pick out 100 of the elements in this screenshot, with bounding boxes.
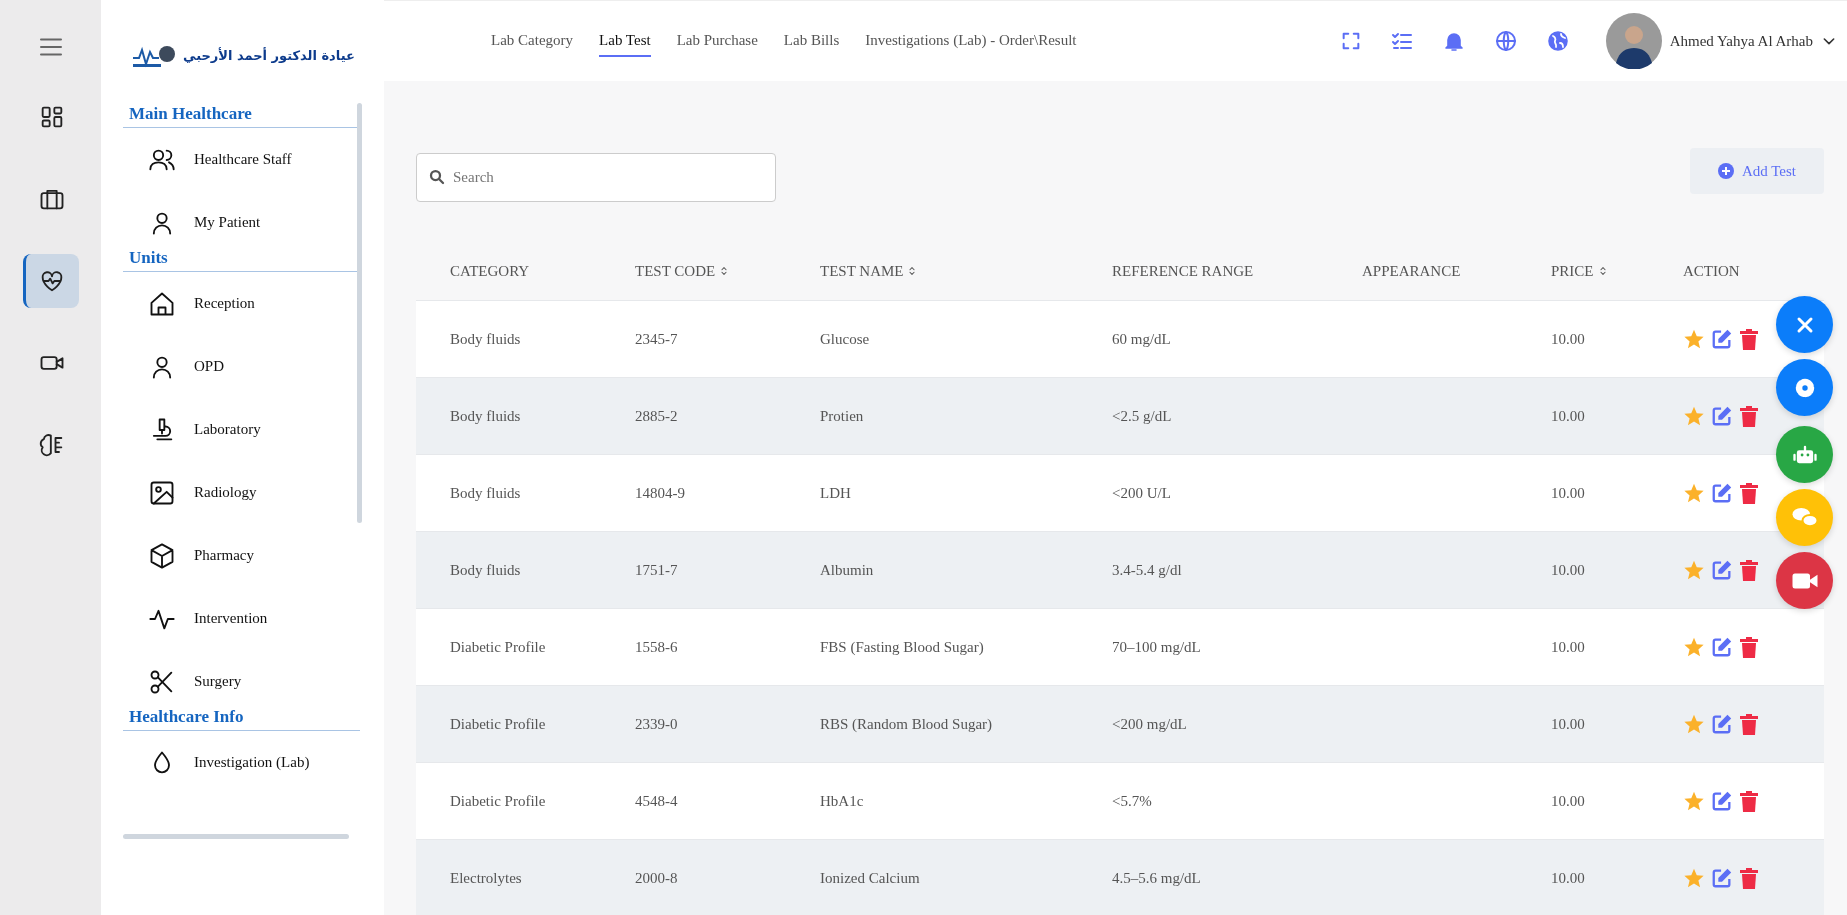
table-cell-text: 10.00 [1551,792,1586,810]
table-cell-text: 2885-2 [635,407,679,425]
scrollbar[interactable] [123,834,349,839]
clinic-name: عيادة الدكتور أحمد الأرحبي [183,47,355,63]
star-icon[interactable] [1683,636,1705,658]
edit-icon[interactable] [1711,790,1733,812]
nav-tab[interactable]: Lab Bills [783,25,840,57]
column-header[interactable]: TEST CODE [635,262,716,280]
earth-icon [1545,29,1570,53]
table-cell-text: <2.5 g/dL [1112,407,1173,425]
table-cell-text: <5.7% [1112,792,1153,810]
column-header[interactable]: TEST NAME [820,262,904,280]
table-cell-text: RBS (Random Blood Sugar) [820,715,994,733]
table-cell-text: Electrolytes [450,869,523,887]
edit-icon[interactable] [1711,328,1733,350]
table-cell-text: Body fluids [450,407,522,425]
star-icon[interactable] [1683,867,1705,889]
nav-tab[interactable]: Lab Category [491,25,574,57]
table-cell-text: 10.00 [1551,330,1586,348]
table-cell-text: 1751-7 [635,561,679,579]
table-cell-text: Albumin [820,561,875,579]
trash-icon[interactable] [1739,713,1759,735]
search-icon [428,168,446,186]
user-name[interactable]: Ahmed Yahya Al Arhab [1669,32,1813,50]
edit-icon[interactable] [1711,867,1733,889]
sort-icon [907,266,918,276]
table-cell-text: 4548-4 [635,792,679,810]
sidebar-item[interactable]: Pharmacy [123,524,360,587]
trash-icon[interactable] [1739,790,1759,812]
table-cell-text: 4.5–5.6 mg/dL [1112,869,1202,887]
floating-action-button[interactable] [1776,296,1833,353]
table-cell-text: 70–100 mg/dL [1112,638,1202,656]
nav-tab[interactable]: Lab Purchase [676,25,758,57]
table-cell-text: HbA1c [820,792,865,810]
star-icon[interactable] [1683,328,1705,350]
star-icon[interactable] [1683,559,1705,581]
table-cell-text: 1558-6 [635,638,679,656]
table-cell-text: 10.00 [1551,715,1586,733]
column-header[interactable]: PRICE [1551,262,1594,280]
sidebar-item[interactable]: Reception [123,272,360,335]
table-cell-text: Body fluids [450,330,522,348]
sidebar-item[interactable]: OPD [123,335,360,398]
search-field[interactable]: Search [416,153,776,202]
plus-circle-icon [1717,163,1734,179]
sort-icon [1597,266,1608,276]
nav-tab[interactable]: Investigations (Lab) - Order\Result [865,25,1077,57]
add-test-button[interactable]: Add Test [1689,148,1824,194]
sidebar-item[interactable]: Intervention [123,587,360,650]
trash-icon[interactable] [1739,482,1759,504]
cube-icon [148,541,176,570]
star-icon[interactable] [1683,713,1705,735]
edit-icon[interactable] [1711,482,1733,504]
globe-icon [1493,29,1518,53]
nav-tab[interactable]: Lab Test [599,25,651,57]
rail-button[interactable] [22,254,79,308]
table-cell-text: Body fluids [450,561,522,579]
table-cell-text: Protien [820,407,865,425]
trash-icon[interactable] [1739,328,1759,350]
table-cell-text: Glucose [820,330,871,348]
column-header: REFERENCE RANGE [1112,262,1254,280]
column-header: APPEARANCE [1362,262,1461,280]
sidebar-item[interactable]: Radiology [123,461,360,524]
table-cell-text: Diabetic Profile [450,638,547,656]
scrollbar[interactable] [357,103,362,523]
table-cell-text: Ionized Calcium [820,869,921,887]
table-cell-text: 2339-0 [635,715,679,733]
sidebar-item[interactable]: Investigation (Lab) [123,731,360,794]
column-header: CATEGORY [450,262,530,280]
star-icon[interactable] [1683,790,1705,812]
table-cell-text: 2000-8 [635,869,679,887]
edit-icon[interactable] [1711,636,1733,658]
section-heading: Healthcare Info [123,707,360,731]
sidebar-item[interactable]: Healthcare Staff [123,128,360,191]
table-cell-text: 10.00 [1551,638,1586,656]
star-icon[interactable] [1683,482,1705,504]
star-icon[interactable] [1683,405,1705,427]
sidebar-item[interactable]: Laboratory [123,398,360,461]
trash-icon[interactable] [1739,405,1759,427]
table-cell-text: 10.00 [1551,484,1586,502]
edit-icon[interactable] [1711,405,1733,427]
trash-icon[interactable] [1739,559,1759,581]
edit-icon[interactable] [1711,559,1733,581]
table-cell-text: Diabetic Profile [450,715,547,733]
table-cell-text: 10.00 [1551,869,1586,887]
table-cell-text: 10.00 [1551,561,1586,579]
edit-icon[interactable] [1711,713,1733,735]
table-cell-text: <200 U/L [1112,484,1172,502]
table-cell-text: Body fluids [450,484,522,502]
table-cell-text: 2345-7 [635,330,679,348]
table-cell-text: <200 mg/dL [1112,715,1188,733]
table-cell-text: 10.00 [1551,407,1586,425]
table-cell-text: Diabetic Profile [450,792,547,810]
table-cell-text: 3.4-5.4 g/dl [1112,561,1183,579]
table-cell-text: LDH [820,484,852,502]
trash-icon[interactable] [1739,636,1759,658]
trash-icon[interactable] [1739,867,1759,889]
table-cell-text: FBS (Fasting Blood Sugar) [820,638,985,656]
sort-icon [719,266,730,276]
table-cell-text: 14804-9 [635,484,686,502]
avatar[interactable] [1605,13,1662,69]
